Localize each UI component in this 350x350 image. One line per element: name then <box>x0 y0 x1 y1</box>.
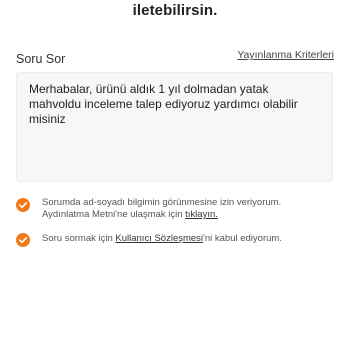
consent-agreement-suffix: 'ni kabul ediyorum. <box>203 233 282 244</box>
consent-name-visibility[interactable]: Sorumda ad-soyadı bilgimin görünmesine i… <box>16 197 334 227</box>
user-agreement-link[interactable]: Kullanıcı Sözleşmesi <box>115 233 203 244</box>
consent-name-text: Sorumda ad-soyadı bilgimin görünmesine i… <box>42 197 281 221</box>
header-area: iletebilirsin. <box>0 0 350 24</box>
question-form-page: iletebilirsin. Soru Sor Yayınlanma Krite… <box>0 0 350 350</box>
consent-name-line1: Sorumda ad-soyadı bilgimin görünmesine i… <box>42 197 282 208</box>
consent-user-agreement[interactable]: Soru sormak için Kullanıcı Sözleşmesi'ni… <box>16 232 334 248</box>
publishing-criteria-link[interactable]: Yayınlanma Kriterleri <box>237 49 334 61</box>
consent-agreement-text: Soru sormak için Kullanıcı Sözleşmesi'ni… <box>42 233 282 245</box>
question-textarea[interactable]: Merhabalar, ürünü aldık 1 yıl dolmadan y… <box>16 72 333 182</box>
consent-name-line2-prefix: Aydınlatma Metni'ne ulaşmak için <box>42 209 186 220</box>
header-subtitle: iletebilirsin. <box>132 2 218 19</box>
checkmark-icon[interactable] <box>16 198 30 212</box>
consent-agreement-prefix: Soru sormak için <box>42 233 116 244</box>
question-label: Soru Sor <box>16 52 66 66</box>
checkmark-icon[interactable] <box>16 233 30 247</box>
clarification-text-link[interactable]: tıklayın. <box>185 209 218 220</box>
question-header-row: Soru Sor Yayınlanma Kriterleri <box>16 49 334 69</box>
consent-name-line2: Aydınlatma Metni'ne ulaşmak için tıklayı… <box>42 209 281 221</box>
